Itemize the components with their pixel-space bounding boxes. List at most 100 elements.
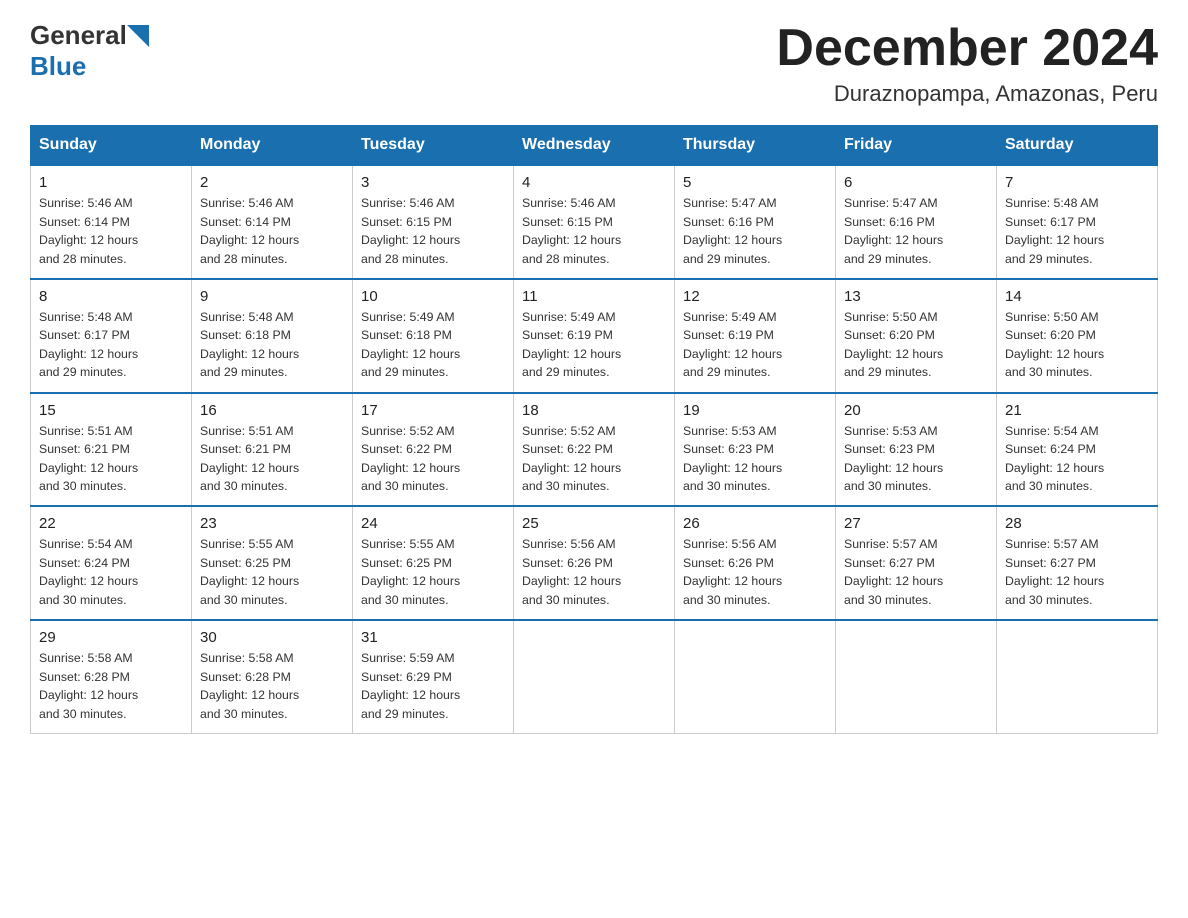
day-detail: Sunrise: 5:48 AMSunset: 6:17 PMDaylight:… bbox=[39, 308, 183, 382]
day-detail: Sunrise: 5:58 AMSunset: 6:28 PMDaylight:… bbox=[200, 649, 344, 723]
day-number: 7 bbox=[1005, 174, 1149, 191]
day-number: 27 bbox=[844, 515, 988, 532]
week-row-5: 29 Sunrise: 5:58 AMSunset: 6:28 PMDaylig… bbox=[31, 620, 1158, 733]
header-friday: Friday bbox=[836, 126, 997, 166]
calendar-header-row: SundayMondayTuesdayWednesdayThursdayFrid… bbox=[31, 126, 1158, 166]
day-cell: 18 Sunrise: 5:52 AMSunset: 6:22 PMDaylig… bbox=[514, 393, 675, 507]
day-number: 24 bbox=[361, 515, 505, 532]
day-cell: 24 Sunrise: 5:55 AMSunset: 6:25 PMDaylig… bbox=[353, 506, 514, 620]
day-number: 4 bbox=[522, 174, 666, 191]
day-cell: 19 Sunrise: 5:53 AMSunset: 6:23 PMDaylig… bbox=[675, 393, 836, 507]
logo-icon bbox=[127, 25, 149, 47]
day-cell bbox=[997, 620, 1158, 733]
day-cell: 15 Sunrise: 5:51 AMSunset: 6:21 PMDaylig… bbox=[31, 393, 192, 507]
day-number: 20 bbox=[844, 402, 988, 419]
day-cell: 10 Sunrise: 5:49 AMSunset: 6:18 PMDaylig… bbox=[353, 279, 514, 393]
day-detail: Sunrise: 5:52 AMSunset: 6:22 PMDaylight:… bbox=[361, 422, 505, 496]
day-number: 9 bbox=[200, 288, 344, 305]
header-tuesday: Tuesday bbox=[353, 126, 514, 166]
day-number: 11 bbox=[522, 288, 666, 305]
day-detail: Sunrise: 5:55 AMSunset: 6:25 PMDaylight:… bbox=[361, 535, 505, 609]
day-number: 30 bbox=[200, 629, 344, 646]
day-cell: 30 Sunrise: 5:58 AMSunset: 6:28 PMDaylig… bbox=[192, 620, 353, 733]
day-detail: Sunrise: 5:54 AMSunset: 6:24 PMDaylight:… bbox=[1005, 422, 1149, 496]
day-detail: Sunrise: 5:53 AMSunset: 6:23 PMDaylight:… bbox=[844, 422, 988, 496]
day-cell: 4 Sunrise: 5:46 AMSunset: 6:15 PMDayligh… bbox=[514, 165, 675, 279]
calendar-table: SundayMondayTuesdayWednesdayThursdayFrid… bbox=[30, 125, 1158, 734]
day-cell: 17 Sunrise: 5:52 AMSunset: 6:22 PMDaylig… bbox=[353, 393, 514, 507]
day-cell: 28 Sunrise: 5:57 AMSunset: 6:27 PMDaylig… bbox=[997, 506, 1158, 620]
week-row-4: 22 Sunrise: 5:54 AMSunset: 6:24 PMDaylig… bbox=[31, 506, 1158, 620]
day-number: 19 bbox=[683, 402, 827, 419]
logo-general-text: General bbox=[30, 20, 127, 51]
day-detail: Sunrise: 5:57 AMSunset: 6:27 PMDaylight:… bbox=[844, 535, 988, 609]
day-detail: Sunrise: 5:51 AMSunset: 6:21 PMDaylight:… bbox=[200, 422, 344, 496]
logo: General Blue bbox=[30, 20, 149, 82]
day-detail: Sunrise: 5:46 AMSunset: 6:14 PMDaylight:… bbox=[39, 194, 183, 268]
week-row-2: 8 Sunrise: 5:48 AMSunset: 6:17 PMDayligh… bbox=[31, 279, 1158, 393]
day-detail: Sunrise: 5:53 AMSunset: 6:23 PMDaylight:… bbox=[683, 422, 827, 496]
day-cell bbox=[514, 620, 675, 733]
day-detail: Sunrise: 5:48 AMSunset: 6:17 PMDaylight:… bbox=[1005, 194, 1149, 268]
day-number: 1 bbox=[39, 174, 183, 191]
day-number: 21 bbox=[1005, 402, 1149, 419]
day-detail: Sunrise: 5:47 AMSunset: 6:16 PMDaylight:… bbox=[844, 194, 988, 268]
day-detail: Sunrise: 5:49 AMSunset: 6:19 PMDaylight:… bbox=[683, 308, 827, 382]
day-detail: Sunrise: 5:50 AMSunset: 6:20 PMDaylight:… bbox=[1005, 308, 1149, 382]
day-cell: 7 Sunrise: 5:48 AMSunset: 6:17 PMDayligh… bbox=[997, 165, 1158, 279]
day-detail: Sunrise: 5:59 AMSunset: 6:29 PMDaylight:… bbox=[361, 649, 505, 723]
day-cell: 29 Sunrise: 5:58 AMSunset: 6:28 PMDaylig… bbox=[31, 620, 192, 733]
day-number: 29 bbox=[39, 629, 183, 646]
day-number: 31 bbox=[361, 629, 505, 646]
day-detail: Sunrise: 5:46 AMSunset: 6:15 PMDaylight:… bbox=[361, 194, 505, 268]
header-monday: Monday bbox=[192, 126, 353, 166]
day-cell: 2 Sunrise: 5:46 AMSunset: 6:14 PMDayligh… bbox=[192, 165, 353, 279]
calendar-title: December 2024 bbox=[776, 20, 1158, 77]
logo-blue-text: Blue bbox=[30, 51, 86, 82]
title-area: December 2024 Duraznopampa, Amazonas, Pe… bbox=[776, 20, 1158, 107]
day-cell: 11 Sunrise: 5:49 AMSunset: 6:19 PMDaylig… bbox=[514, 279, 675, 393]
day-cell: 21 Sunrise: 5:54 AMSunset: 6:24 PMDaylig… bbox=[997, 393, 1158, 507]
day-number: 3 bbox=[361, 174, 505, 191]
day-number: 14 bbox=[1005, 288, 1149, 305]
day-detail: Sunrise: 5:56 AMSunset: 6:26 PMDaylight:… bbox=[683, 535, 827, 609]
day-detail: Sunrise: 5:48 AMSunset: 6:18 PMDaylight:… bbox=[200, 308, 344, 382]
day-detail: Sunrise: 5:57 AMSunset: 6:27 PMDaylight:… bbox=[1005, 535, 1149, 609]
day-detail: Sunrise: 5:54 AMSunset: 6:24 PMDaylight:… bbox=[39, 535, 183, 609]
header-thursday: Thursday bbox=[675, 126, 836, 166]
header-wednesday: Wednesday bbox=[514, 126, 675, 166]
day-detail: Sunrise: 5:52 AMSunset: 6:22 PMDaylight:… bbox=[522, 422, 666, 496]
day-cell: 5 Sunrise: 5:47 AMSunset: 6:16 PMDayligh… bbox=[675, 165, 836, 279]
week-row-3: 15 Sunrise: 5:51 AMSunset: 6:21 PMDaylig… bbox=[31, 393, 1158, 507]
day-cell: 25 Sunrise: 5:56 AMSunset: 6:26 PMDaylig… bbox=[514, 506, 675, 620]
day-number: 25 bbox=[522, 515, 666, 532]
day-cell: 20 Sunrise: 5:53 AMSunset: 6:23 PMDaylig… bbox=[836, 393, 997, 507]
logo-triangle-icon bbox=[127, 25, 149, 47]
page-header: General Blue December 2024 Duraznopampa,… bbox=[30, 20, 1158, 107]
day-number: 5 bbox=[683, 174, 827, 191]
day-number: 6 bbox=[844, 174, 988, 191]
day-detail: Sunrise: 5:51 AMSunset: 6:21 PMDaylight:… bbox=[39, 422, 183, 496]
day-cell: 3 Sunrise: 5:46 AMSunset: 6:15 PMDayligh… bbox=[353, 165, 514, 279]
day-number: 2 bbox=[200, 174, 344, 191]
day-cell: 12 Sunrise: 5:49 AMSunset: 6:19 PMDaylig… bbox=[675, 279, 836, 393]
day-number: 16 bbox=[200, 402, 344, 419]
day-detail: Sunrise: 5:50 AMSunset: 6:20 PMDaylight:… bbox=[844, 308, 988, 382]
day-number: 8 bbox=[39, 288, 183, 305]
header-saturday: Saturday bbox=[997, 126, 1158, 166]
day-cell: 16 Sunrise: 5:51 AMSunset: 6:21 PMDaylig… bbox=[192, 393, 353, 507]
day-number: 12 bbox=[683, 288, 827, 305]
day-cell: 1 Sunrise: 5:46 AMSunset: 6:14 PMDayligh… bbox=[31, 165, 192, 279]
day-number: 26 bbox=[683, 515, 827, 532]
day-detail: Sunrise: 5:49 AMSunset: 6:18 PMDaylight:… bbox=[361, 308, 505, 382]
day-cell bbox=[675, 620, 836, 733]
day-number: 28 bbox=[1005, 515, 1149, 532]
day-cell: 26 Sunrise: 5:56 AMSunset: 6:26 PMDaylig… bbox=[675, 506, 836, 620]
day-cell: 9 Sunrise: 5:48 AMSunset: 6:18 PMDayligh… bbox=[192, 279, 353, 393]
day-number: 23 bbox=[200, 515, 344, 532]
day-cell: 23 Sunrise: 5:55 AMSunset: 6:25 PMDaylig… bbox=[192, 506, 353, 620]
day-number: 22 bbox=[39, 515, 183, 532]
day-cell: 13 Sunrise: 5:50 AMSunset: 6:20 PMDaylig… bbox=[836, 279, 997, 393]
week-row-1: 1 Sunrise: 5:46 AMSunset: 6:14 PMDayligh… bbox=[31, 165, 1158, 279]
day-cell: 31 Sunrise: 5:59 AMSunset: 6:29 PMDaylig… bbox=[353, 620, 514, 733]
